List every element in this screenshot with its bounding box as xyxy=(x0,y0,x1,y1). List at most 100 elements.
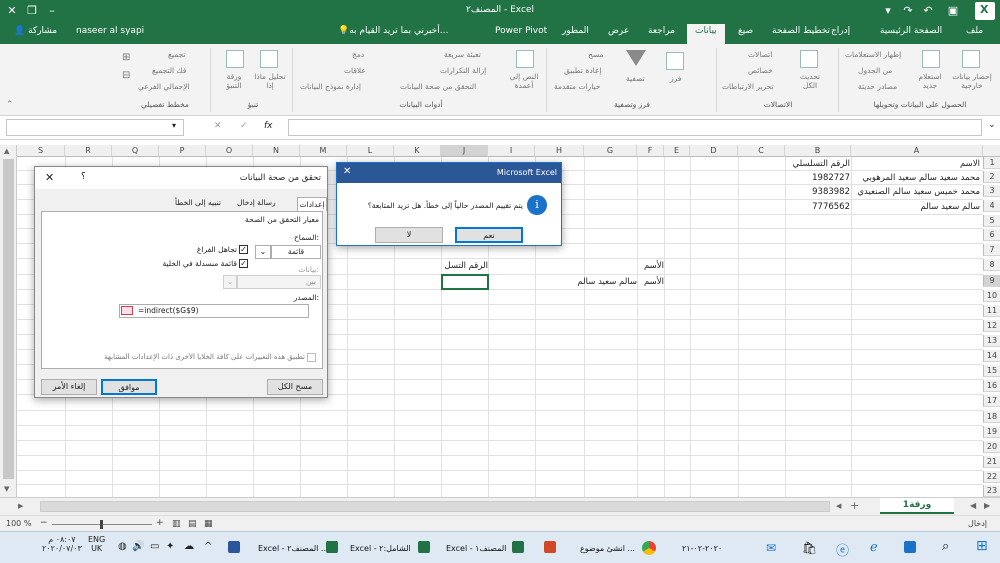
data-dropdown-icon[interactable]: ⌄ xyxy=(223,275,237,289)
tab-data[interactable]: بيانات xyxy=(687,24,725,44)
excel-app-icon-3[interactable] xyxy=(512,541,524,553)
row-header-13[interactable]: 13 xyxy=(983,335,1000,347)
tab-developer[interactable]: المطور xyxy=(562,26,589,36)
clear-all-button[interactable]: مسح الكل xyxy=(267,379,323,395)
horizontal-scrollbar[interactable] xyxy=(40,501,830,512)
zoom-out-icon[interactable]: − xyxy=(40,518,48,528)
user-name[interactable]: naseer al syapi xyxy=(76,26,144,36)
column-header-j[interactable]: J xyxy=(441,145,488,157)
search-icon[interactable]: ⌕ xyxy=(942,539,949,554)
undo-icon[interactable]: ↶ xyxy=(920,3,936,19)
yes-button[interactable]: نعم xyxy=(455,227,523,243)
clock[interactable]: ٠٨:٠٧ م ٢٠٢٠/٠٧/٠٣ xyxy=(42,535,82,553)
column-header-m[interactable]: M xyxy=(300,145,347,157)
cancel-button[interactable]: إلغاء الأمر xyxy=(41,379,97,395)
column-header-r[interactable]: R xyxy=(65,145,112,157)
tab-insert[interactable]: إدراج xyxy=(831,26,850,36)
tab-error-alert[interactable]: تنبيه إلى الخطأ xyxy=(175,198,221,207)
row-header-9[interactable]: 9 xyxy=(983,275,1000,287)
cell-b4[interactable]: 7776562 xyxy=(786,201,850,213)
chrome-app-icon[interactable] xyxy=(642,541,656,555)
show-detail-icon[interactable]: ⊞ xyxy=(122,52,130,63)
scroll-down-icon[interactable]: ▼ xyxy=(4,485,9,493)
column-header-e[interactable]: E xyxy=(664,145,690,157)
row-header-18[interactable]: 18 xyxy=(983,411,1000,423)
row-header-14[interactable]: 14 xyxy=(983,350,1000,362)
column-header-q[interactable]: Q xyxy=(112,145,159,157)
tab-settings[interactable]: إعدادات xyxy=(297,197,327,211)
sheet-nav-prev-icon[interactable]: ◀ xyxy=(970,501,976,510)
tab-page-layout[interactable]: تخطيط الصفحة xyxy=(772,26,830,36)
reapply-button[interactable]: إعادة تطبيق xyxy=(564,66,602,75)
row-header-7[interactable]: 7 xyxy=(983,244,1000,256)
recent-sources-button[interactable]: مصادر حديثة xyxy=(858,82,897,91)
column-header-a[interactable]: A xyxy=(851,145,983,157)
refresh-all-button[interactable]: تحديث الكل xyxy=(792,72,828,90)
data-select[interactable]: بين xyxy=(237,275,321,289)
advanced-button[interactable]: خيارات متقدمة xyxy=(554,82,600,91)
taskbar-file-date[interactable]: ٢٠٢٠-٠٢-٢١ xyxy=(682,544,722,553)
edit-links-button[interactable]: تحرير الارتباطات xyxy=(722,82,774,91)
sheet-tab-1[interactable]: ورقة1 xyxy=(880,498,954,514)
get-external-data-button[interactable]: إحضار بيانات خارجية xyxy=(946,72,998,90)
row-header-21[interactable]: 21 xyxy=(983,456,1000,468)
column-header-d[interactable]: D xyxy=(690,145,738,157)
row-header-4[interactable]: 4 xyxy=(983,200,1000,212)
tab-home[interactable]: الصفحة الرئيسية xyxy=(880,26,942,36)
close-button[interactable]: ✕ xyxy=(4,3,20,19)
tab-review[interactable]: مراجعة xyxy=(648,26,675,36)
word-app-icon[interactable] xyxy=(228,541,240,553)
column-header-p[interactable]: P xyxy=(159,145,206,157)
forecast-sheet-button[interactable]: ورقة التنبؤ xyxy=(218,72,250,90)
volume-icon[interactable]: 🔊 xyxy=(132,541,144,552)
ok-button[interactable]: موافق xyxy=(101,379,157,395)
connections-button[interactable]: اتصالات xyxy=(748,50,772,59)
column-header-i[interactable]: I xyxy=(488,145,535,157)
tab-file[interactable]: ملف xyxy=(966,26,983,36)
row-header-16[interactable]: 16 xyxy=(983,380,1000,392)
row-header-22[interactable]: 22 xyxy=(983,471,1000,483)
from-table-button[interactable]: من الجدول xyxy=(858,66,892,75)
cell-a3[interactable]: محمد خميس سعيد سالم الصنعيدي xyxy=(852,186,980,198)
taskbar-excel-book1[interactable]: Excel - المصنف١ xyxy=(446,544,506,553)
sheet-nav-next-icon[interactable]: ▶ xyxy=(984,501,990,510)
zoom-in-icon[interactable]: + xyxy=(156,518,164,528)
select-all-button[interactable] xyxy=(983,145,1000,157)
customize-qat-icon[interactable]: ▾ xyxy=(880,3,896,19)
remove-duplicates-button[interactable]: إزالة التكرارات xyxy=(440,66,486,75)
taskbar-excel-shamel[interactable]: Excel - الشامل:٢ xyxy=(350,544,411,553)
column-header-h[interactable]: H xyxy=(535,145,584,157)
network-icon[interactable]: ◍ xyxy=(118,541,127,552)
excel-app-icon-2[interactable] xyxy=(418,541,430,553)
insert-function-button[interactable]: fx xyxy=(264,121,273,131)
subtotal-button[interactable]: الإجمالي الفرعي xyxy=(138,82,190,91)
column-header-s[interactable]: S xyxy=(17,145,65,157)
row-header-23[interactable]: 23 xyxy=(983,485,1000,497)
name-box-dropdown-icon[interactable]: ▾ xyxy=(172,121,176,130)
column-header-f[interactable]: F xyxy=(637,145,664,157)
cell-b1[interactable]: الرقم التسلسلي xyxy=(786,158,850,170)
cell-a2[interactable]: محمد سعيد سالم سعيد المرهوبي xyxy=(852,172,980,184)
column-header-o[interactable]: O xyxy=(206,145,253,157)
formula-input[interactable] xyxy=(288,119,982,136)
taskbar-excel-book2[interactable]: Excel - المصنف٢ ... xyxy=(258,544,329,553)
row-header-17[interactable]: 17 xyxy=(983,395,1000,407)
column-header-c[interactable]: C xyxy=(738,145,785,157)
battery-icon[interactable]: ▭ xyxy=(150,541,159,552)
tab-formulas[interactable]: صيغ xyxy=(738,26,753,36)
taskbar-browser-topic[interactable]: انشئ موضوع ... xyxy=(580,544,635,553)
group-button[interactable]: تجميع xyxy=(168,50,186,59)
hide-detail-icon[interactable]: ⊟ xyxy=(122,70,130,81)
row-header-8[interactable]: 8 xyxy=(983,259,1000,271)
row-header-1[interactable]: 1 xyxy=(983,157,1000,169)
allow-dropdown-icon[interactable]: ⌄ xyxy=(255,245,271,259)
what-if-button[interactable]: تحليل ماذا إذا xyxy=(252,72,288,90)
cell-b2[interactable]: 1982727 xyxy=(786,172,850,184)
range-picker-icon[interactable] xyxy=(121,306,133,315)
tab-power-pivot[interactable]: Power Pivot xyxy=(495,26,547,36)
row-header-19[interactable]: 19 xyxy=(983,426,1000,438)
dropbox-icon[interactable]: ✦ xyxy=(166,541,174,552)
cell-f9[interactable]: الأسم xyxy=(638,276,664,288)
ignore-blank-checkbox[interactable]: ✓ xyxy=(239,245,248,254)
start-button-icon[interactable]: ⊞ xyxy=(976,538,988,554)
